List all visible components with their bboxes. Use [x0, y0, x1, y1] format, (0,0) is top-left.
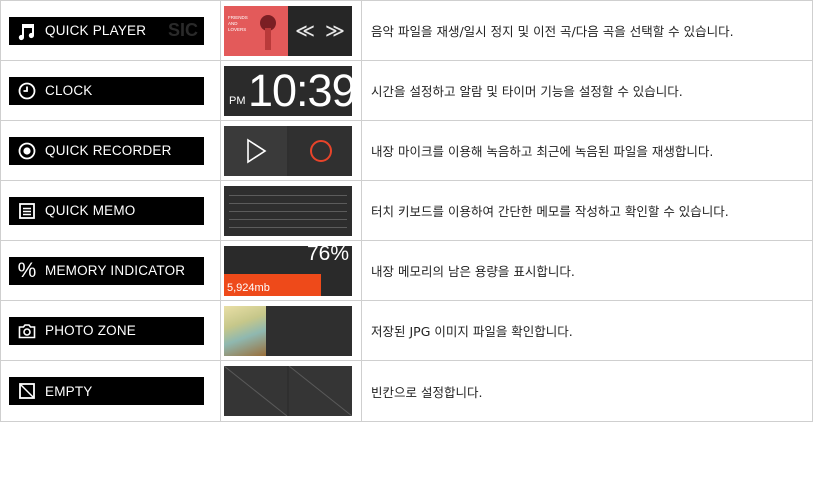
table-row: PHOTO ZONE 저장된 JPG 이미지 파일을 확인합니다. [0, 300, 813, 361]
memory-free-value: 5,924mb [227, 281, 270, 294]
memo-line [229, 194, 347, 196]
row-description: 내장 메모리의 남은 용량을 표시합니다. [361, 240, 813, 301]
table-row: EMPTY 빈칸으로 설정합니다. [0, 360, 813, 422]
camera-icon [15, 319, 39, 343]
record-icon [15, 139, 39, 163]
widget-label-quick-memo: QUICK MEMO [9, 196, 204, 225]
memo-line [229, 210, 347, 212]
empty-widget[interactable] [224, 366, 352, 416]
row-description: 시간을 설정하고 알람 및 타이머 기능을 설정할 수 있습니다. [361, 60, 813, 121]
photo-zone-widget[interactable] [224, 305, 352, 356]
table-row: QUICK MEMO 터치 키보드를 이용하여 간단한 메모를 작성하고 확인할… [0, 180, 813, 241]
quick-player-widget: FRIENDS AND LOVERS ≪ ≫ [224, 5, 352, 56]
music-note-icon [15, 19, 39, 43]
row-description: 터치 키보드를 이용하여 간단한 메모를 작성하고 확인할 수 있습니다. [361, 180, 813, 241]
previous-track-button[interactable]: ≪ [295, 20, 315, 42]
widget-label-text: QUICK PLAYER [45, 23, 147, 38]
memo-line [229, 226, 347, 228]
table-row: QUICK RECORDER 내장 마이크를 이용해 녹음하고 최근에 녹음된 … [0, 120, 813, 181]
clock-time: 10:39 [248, 65, 352, 116]
quick-memo-widget[interactable] [224, 185, 352, 236]
widget-label-text: CLOCK [45, 83, 93, 98]
photo-empty-area [268, 305, 352, 356]
play-button[interactable] [224, 125, 287, 176]
row-description: 내장 마이크를 이용해 녹음하고 최근에 녹음된 파일을 재생합니다. [361, 120, 813, 181]
widget-label-quick-player: QUICK PLAYER SIC [9, 16, 204, 45]
table-row: CLOCK PM 10:39 시간을 설정하고 알람 및 타이머 기능을 설정할… [0, 60, 813, 121]
widget-label-text: QUICK MEMO [45, 203, 136, 218]
widget-label-text: EMPTY [45, 383, 93, 399]
memory-indicator-widget: 76% 5,924mb [224, 245, 352, 296]
photo-thumbnail [224, 305, 266, 356]
memory-percent: 76% [306, 245, 349, 265]
memo-line [229, 202, 347, 204]
widget-label-empty: EMPTY [9, 377, 204, 405]
clock-icon [15, 79, 39, 103]
widget-label-text: PHOTO ZONE [45, 323, 137, 338]
row-description: 저장된 JPG 이미지 파일을 확인합니다. [361, 300, 813, 361]
album-cover: FRIENDS AND LOVERS [224, 5, 288, 56]
widget-label-memory-indicator: % MEMORY INDICATOR [9, 256, 204, 285]
empty-diagonal-lines [224, 366, 352, 416]
quick-recorder-widget [224, 125, 352, 176]
ghost-text: SIC [167, 19, 198, 40]
clock-widget: PM 10:39 [224, 65, 352, 116]
record-circle-icon [309, 139, 332, 162]
record-button[interactable] [289, 125, 352, 176]
album-title: FRIENDS AND LOVERS [228, 14, 248, 32]
table-row: QUICK PLAYER SIC FRIENDS AND LOVERS ≪ ≫ … [0, 0, 813, 61]
widget-table: QUICK PLAYER SIC FRIENDS AND LOVERS ≪ ≫ … [0, 0, 813, 422]
widget-label-photo-zone: PHOTO ZONE [9, 316, 204, 345]
empty-slot-icon [15, 379, 39, 403]
row-description: 음악 파일을 재생/일시 정지 및 이전 곡/다음 곡을 선택할 수 있습니다. [361, 0, 813, 61]
widget-label-text: MEMORY INDICATOR [45, 263, 186, 278]
next-track-button[interactable]: ≫ [325, 20, 345, 42]
play-icon [246, 138, 266, 163]
album-art-shape [265, 27, 271, 50]
percent-icon: % [17, 258, 37, 282]
memo-icon [15, 199, 39, 223]
clock-ampm: PM [229, 94, 246, 107]
player-controls: ≪ ≫ [288, 5, 352, 56]
widget-label-clock: CLOCK [9, 76, 204, 105]
widget-label-text: QUICK RECORDER [45, 143, 172, 158]
row-description: 빈칸으로 설정합니다. [361, 360, 813, 422]
table-row: % MEMORY INDICATOR 76% 5,924mb 내장 메모리의 남… [0, 240, 813, 301]
widget-label-quick-recorder: QUICK RECORDER [9, 136, 204, 165]
memo-line [229, 218, 347, 220]
